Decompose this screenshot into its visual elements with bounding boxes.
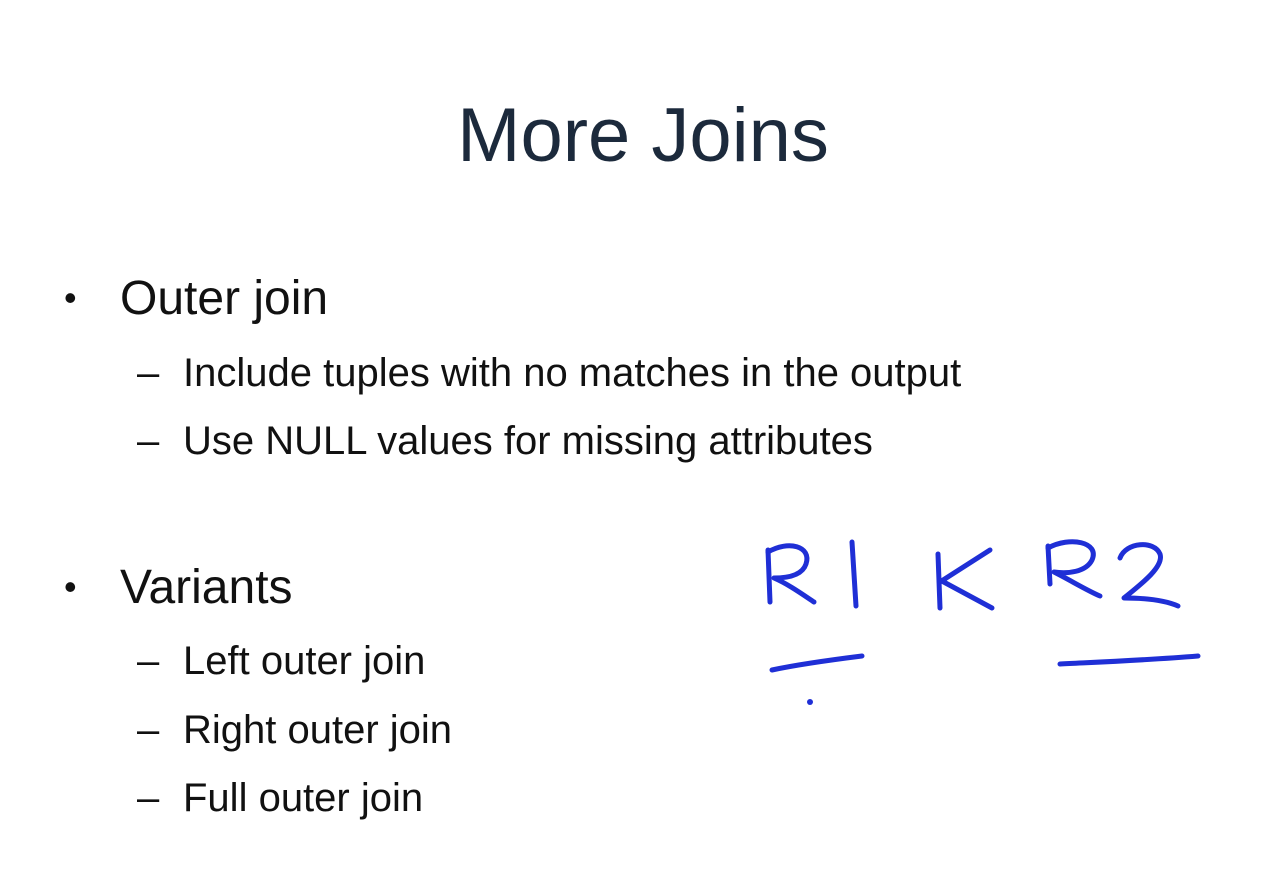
dash-marker: – [137,351,160,395]
bullet-marker: • [64,277,77,318]
subitem-left-outer-join: – Left outer join [137,635,425,687]
subitem-include-tuples: – Include tuples with no matches in the o… [137,347,961,399]
subitem-null-values: – Use NULL values for missing attributes [137,415,873,467]
handwritten-dot [807,699,813,705]
subitem-label: Include tuples with no matches in the ou… [183,351,962,395]
dash-marker: – [137,776,160,820]
handwritten-underline-right [1057,653,1201,667]
subitem-right-outer-join: – Right outer join [137,704,452,756]
handwritten-letter-r1 [765,547,773,605]
bullet-marker: • [64,566,77,607]
subitem-label: Full outer join [183,776,424,820]
subitem-full-outer-join: – Full outer join [137,772,423,824]
handwritten-letter-r2-bowl [1045,539,1103,599]
dash-marker: – [137,639,160,683]
dash-marker: – [137,419,160,463]
subitem-label: Left outer join [183,639,426,683]
handwritten-digit-1 [849,539,859,609]
dash-marker: – [137,708,160,752]
handwritten-annotation [765,539,1201,705]
handwritten-digit-2 [1117,542,1181,609]
handwritten-letter-r2 [1045,543,1053,587]
bullet-label: Variants [120,561,293,614]
handwritten-join-symbol [935,547,995,611]
handwritten-letter-r1-bowl [765,543,817,605]
bullet-label: Outer join [120,272,329,325]
bullet-outer-join: • Outer join [64,268,328,329]
slide: More Joins • Outer join – Include tuples w… [0,0,1286,894]
handwritten-underline-left [769,653,865,673]
bullet-variants: • Variants [64,557,293,618]
subitem-label: Use NULL values for missing attributes [183,419,873,463]
subitem-label: Right outer join [183,708,453,752]
slide-title: More Joins [457,93,829,178]
